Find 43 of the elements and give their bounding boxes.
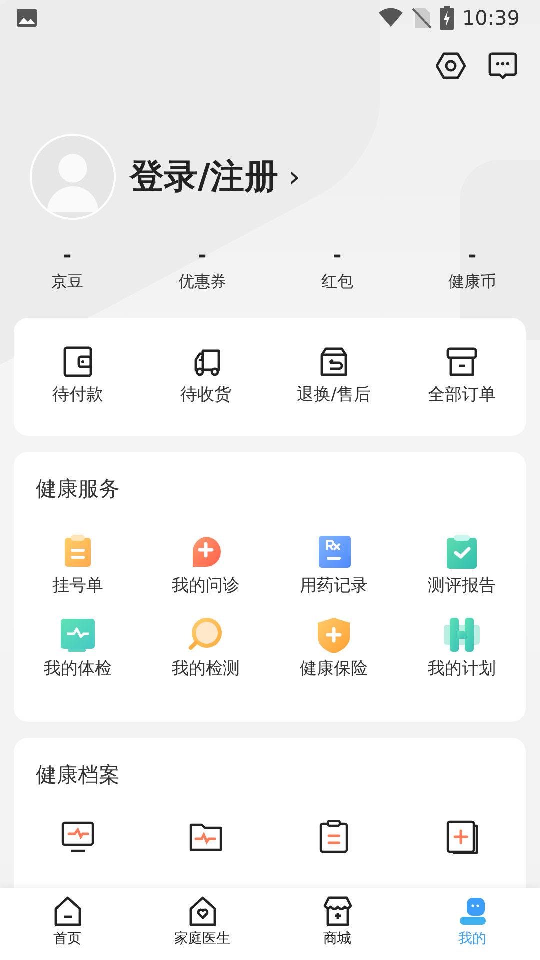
order-item[interactable]: 待收货 — [142, 345, 270, 409]
service-item[interactable]: 我的体检 — [14, 617, 142, 682]
login-register-link[interactable]: 登录/注册 › — [130, 152, 300, 202]
service-item[interactable]: 用药记录 — [270, 534, 398, 599]
check-clipboard-icon — [444, 534, 480, 570]
section-title: 健康档案 — [35, 762, 121, 789]
person-icon — [458, 896, 488, 927]
order-item[interactable]: 退换/售后 — [270, 345, 398, 409]
order-item[interactable]: 待付款 — [14, 345, 142, 409]
service-item[interactable]: 挂号单 — [14, 534, 142, 599]
image-icon — [16, 8, 38, 28]
settings-button[interactable] — [436, 52, 466, 80]
stat-item[interactable]: - 健康币 — [405, 244, 540, 294]
house-heart-icon — [188, 896, 218, 927]
document-plus-icon[interactable] — [445, 820, 479, 854]
store-icon — [322, 896, 352, 927]
stat-item[interactable]: - 红包 — [270, 244, 405, 294]
nav-tab[interactable]: 商城 — [270, 888, 405, 960]
h-letter-icon — [444, 617, 480, 653]
section-title: 健康服务 — [35, 476, 121, 503]
clock-time: 10:39 — [462, 5, 520, 32]
prescription-icon — [316, 534, 352, 570]
magnifier-icon — [188, 617, 224, 653]
monitor-pulse-icon — [60, 617, 96, 653]
service-item[interactable]: 测评报告 — [398, 534, 526, 599]
stat-item[interactable]: - 优惠券 — [135, 244, 270, 294]
home-icon — [52, 896, 82, 927]
wifi-icon — [378, 8, 404, 28]
stat-item[interactable]: - 京豆 — [0, 244, 135, 294]
no-sim-icon — [412, 7, 432, 29]
service-item[interactable]: 健康保险 — [270, 617, 398, 682]
shield-plus-icon — [316, 617, 352, 653]
nav-tab[interactable]: 首页 — [0, 888, 135, 960]
service-item[interactable]: 我的问诊 — [142, 534, 270, 599]
order-item[interactable]: 全部订单 — [398, 345, 526, 409]
nav-tab[interactable]: 家庭医生 — [135, 888, 270, 960]
monitor-pulse-icon[interactable] — [61, 820, 95, 854]
battery-icon — [440, 6, 454, 30]
service-item[interactable]: 我的检测 — [142, 617, 270, 682]
message-button[interactable] — [488, 52, 518, 80]
service-item[interactable]: 我的计划 — [398, 617, 526, 682]
wallet-icon — [61, 345, 95, 380]
clipboard-icon[interactable] — [317, 820, 351, 854]
